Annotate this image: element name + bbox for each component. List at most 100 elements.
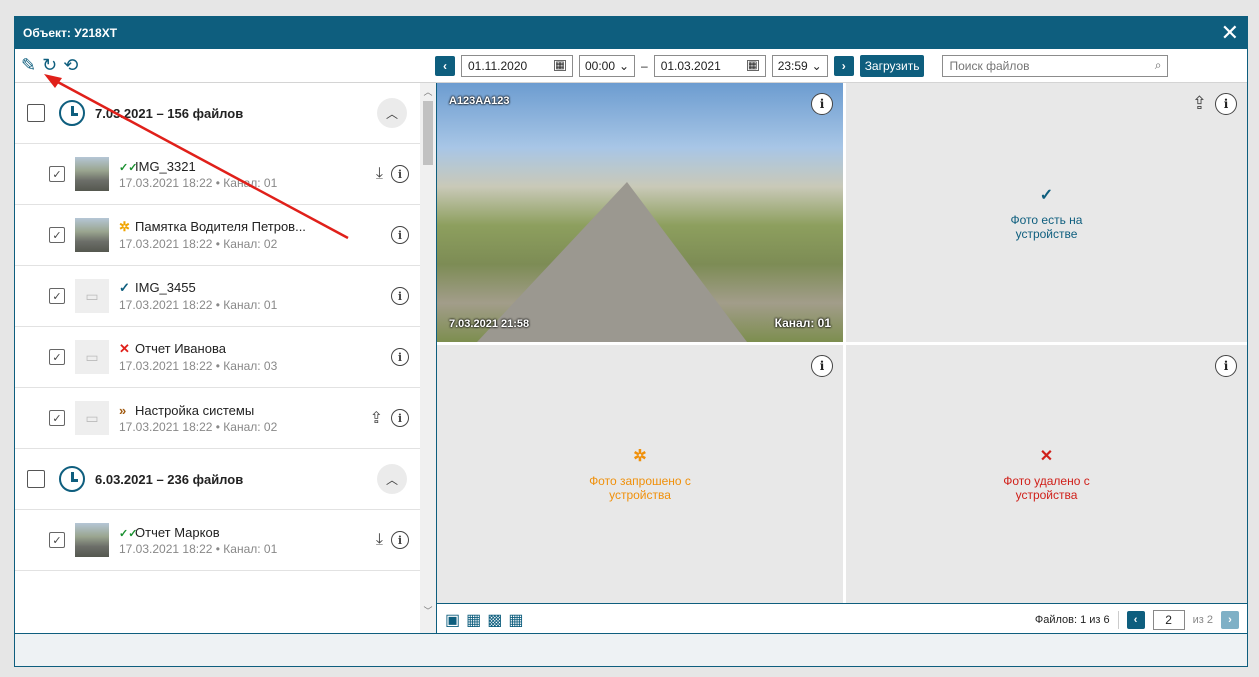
date-to-value: 01.03.2021 bbox=[660, 58, 721, 73]
scroll-thumb[interactable] bbox=[423, 101, 433, 165]
photo-cell[interactable]: ⇪ i ✓ Фото есть на устройстве bbox=[846, 83, 1247, 342]
info-icon[interactable]: i bbox=[391, 287, 409, 305]
status-strip bbox=[15, 633, 1247, 666]
upload-icon[interactable]: ⇪ bbox=[370, 408, 383, 428]
scroll-down-icon[interactable]: ﹀ bbox=[420, 604, 436, 617]
date-from-value: 01.11.2020 bbox=[468, 58, 528, 73]
collapse-button[interactable]: ︿ bbox=[377, 98, 407, 128]
double-check-icon: ✓✓ bbox=[119, 527, 138, 540]
plate-label: А123АА123 bbox=[449, 95, 510, 107]
prev-page-button[interactable]: ‹ bbox=[1126, 610, 1145, 629]
collapse-button[interactable]: ︿ bbox=[377, 464, 407, 494]
file-checkbox[interactable]: ✓ bbox=[49, 166, 65, 182]
history-icon[interactable]: ⟲ bbox=[63, 55, 78, 76]
viewer-footer: ▣ ▦ ▩ ▦ Файлов: 1 из 6 ‹ 2 из 2 › bbox=[437, 603, 1247, 635]
info-icon[interactable]: i bbox=[1215, 355, 1237, 377]
file-name: Отчет Иванова bbox=[135, 341, 226, 356]
info-icon[interactable]: i bbox=[811, 355, 833, 377]
info-icon[interactable]: i bbox=[391, 348, 409, 366]
image-placeholder-icon: ▭ bbox=[75, 401, 109, 435]
next-page-button[interactable]: › bbox=[1221, 610, 1239, 629]
photo-grid: А123АА123 7.03.2021 21:58 Канал: 01 i ⇪ … bbox=[437, 83, 1247, 603]
info-icon[interactable]: i bbox=[391, 165, 409, 183]
time-to-select[interactable]: 23:59 ⌄ bbox=[771, 54, 828, 77]
layout-3x3-icon[interactable]: ▩ bbox=[487, 610, 502, 630]
file-name: Настройка системы bbox=[135, 402, 255, 418]
search-box: ⌕ bbox=[942, 54, 1169, 77]
cell-message: Фото запрошено с устройства bbox=[589, 474, 691, 502]
layout-4x4-icon[interactable]: ▦ bbox=[508, 610, 523, 630]
check-icon: ✓ bbox=[119, 280, 130, 295]
info-icon[interactable]: i bbox=[391, 409, 409, 427]
pencil-icon[interactable]: ✎ bbox=[21, 55, 36, 76]
window-title: Объект: У218ХТ bbox=[23, 26, 118, 40]
file-checkbox[interactable]: ✓ bbox=[49, 410, 65, 426]
upload-icon[interactable]: ⇪ bbox=[1192, 93, 1207, 114]
photo-cell[interactable]: i ✕ Фото удалено с устройства bbox=[846, 345, 1247, 603]
page-input[interactable]: 2 bbox=[1152, 609, 1185, 630]
info-icon[interactable]: i bbox=[1215, 93, 1237, 115]
object-window: Объект: У218ХТ ✕ ✎ ↻ ⟲ ‹ 01.11.2020 ▦ 00… bbox=[14, 16, 1248, 667]
scroll-up-icon[interactable]: ︿ bbox=[420, 85, 436, 98]
search-input[interactable] bbox=[949, 58, 1130, 73]
group-title: 7.03.2021 – 156 файлов bbox=[95, 105, 244, 121]
search-icon[interactable]: ⌕ bbox=[1155, 58, 1162, 73]
list-item[interactable]: ✓ ▭ ✓ IMG_3455 17.03.2021 18:22 • Канал: … bbox=[15, 266, 421, 327]
file-name: Памятка Водителя Петров... bbox=[135, 219, 306, 234]
list-item[interactable]: ✓ ▭ » Настройка системы 17.03.2021 18:22 … bbox=[15, 388, 421, 449]
next-period-button[interactable]: › bbox=[833, 55, 854, 76]
error-icon: ✕ bbox=[119, 341, 130, 356]
refresh-icon[interactable]: ↻ bbox=[42, 55, 57, 76]
file-meta: 17.03.2021 18:22 • Канал: 02 bbox=[119, 237, 278, 251]
close-icon[interactable]: ✕ bbox=[1221, 22, 1239, 44]
info-icon[interactable]: i bbox=[391, 531, 409, 549]
info-icon[interactable]: i bbox=[391, 226, 409, 244]
prev-period-button[interactable]: ‹ bbox=[435, 55, 455, 76]
date-from-field[interactable]: 01.11.2020 ▦ bbox=[461, 54, 573, 77]
file-thumbnail bbox=[75, 218, 109, 252]
layout-1x1-icon[interactable]: ▣ bbox=[445, 610, 460, 630]
file-meta: 17.03.2021 18:22 • Канал: 01 bbox=[119, 175, 278, 190]
list-item[interactable]: ✓ ✓✓IMG_3321 17.03.2021 18:22 • Канал: 0… bbox=[15, 144, 421, 205]
date-to-field[interactable]: 01.03.2021 ▦ bbox=[653, 54, 766, 77]
clock-icon bbox=[59, 466, 85, 492]
group-checkbox[interactable] bbox=[27, 470, 45, 488]
clock-icon bbox=[59, 100, 85, 126]
file-checkbox[interactable]: ✓ bbox=[49, 532, 65, 548]
list-item[interactable]: ✓ ▭ ✕ Отчет Иванова 17.03.2021 18:22 • Ка… bbox=[15, 327, 421, 388]
info-icon[interactable]: i bbox=[811, 93, 833, 115]
group-header: 6.03.2021 – 236 файлов ︿ bbox=[15, 449, 421, 510]
pager: Файлов: 1 из 6 ‹ 2 из 2 › bbox=[1035, 609, 1239, 630]
chevron-down-icon: ⌄ bbox=[618, 58, 629, 73]
file-checkbox[interactable]: ✓ bbox=[49, 288, 65, 304]
group-title: 6.03.2021 – 236 файлов bbox=[95, 471, 244, 487]
load-button[interactable]: Загрузить bbox=[859, 54, 925, 77]
time-from-value: 00:00 bbox=[585, 58, 616, 73]
time-from-select[interactable]: 00:00 ⌄ bbox=[579, 54, 635, 77]
photo-timestamp: 7.03.2021 21:58 bbox=[449, 318, 530, 330]
calendar-icon[interactable]: ▦ bbox=[554, 60, 566, 71]
list-item[interactable]: ✓ ✓✓Отчет Марков 17.03.2021 18:22 • Кана… bbox=[15, 510, 421, 571]
group-checkbox[interactable] bbox=[27, 104, 45, 122]
file-name: Отчет Марков bbox=[135, 524, 220, 540]
error-icon: ✕ bbox=[1039, 448, 1054, 465]
photo-cell[interactable]: А123АА123 7.03.2021 21:58 Канал: 01 i bbox=[437, 83, 843, 342]
file-checkbox[interactable]: ✓ bbox=[49, 349, 65, 365]
layout-2x2-icon[interactable]: ▦ bbox=[466, 610, 481, 630]
file-meta: 17.03.2021 18:22 • Канал: 01 bbox=[119, 541, 278, 556]
file-meta: 17.03.2021 18:22 • Канал: 01 bbox=[119, 298, 278, 312]
double-check-icon: ✓✓ bbox=[119, 161, 138, 174]
scrollbar[interactable]: ︿ ﹀ bbox=[420, 83, 436, 635]
double-chevron-icon: » bbox=[119, 402, 127, 418]
list-item[interactable]: ✓ ✲ Памятка Водителя Петров... 17.03.2021… bbox=[15, 205, 421, 266]
loading-icon: ✲ bbox=[119, 219, 130, 234]
download-icon[interactable]: ⤓ bbox=[376, 165, 383, 183]
content: 7.03.2021 – 156 файлов ︿ ✓ ✓✓IMG_3321 17… bbox=[15, 83, 1247, 635]
file-name: IMG_3321 bbox=[135, 158, 196, 174]
file-checkbox[interactable]: ✓ bbox=[49, 227, 65, 243]
cell-message: Фото есть на устройстве bbox=[1010, 212, 1083, 241]
calendar-icon[interactable]: ▦ bbox=[746, 60, 759, 71]
photo-cell[interactable]: i ✲ Фото запрошено с устройства bbox=[437, 345, 843, 603]
download-icon[interactable]: ⤓ bbox=[376, 531, 383, 549]
layout-switcher: ▣ ▦ ▩ ▦ bbox=[445, 610, 1035, 630]
